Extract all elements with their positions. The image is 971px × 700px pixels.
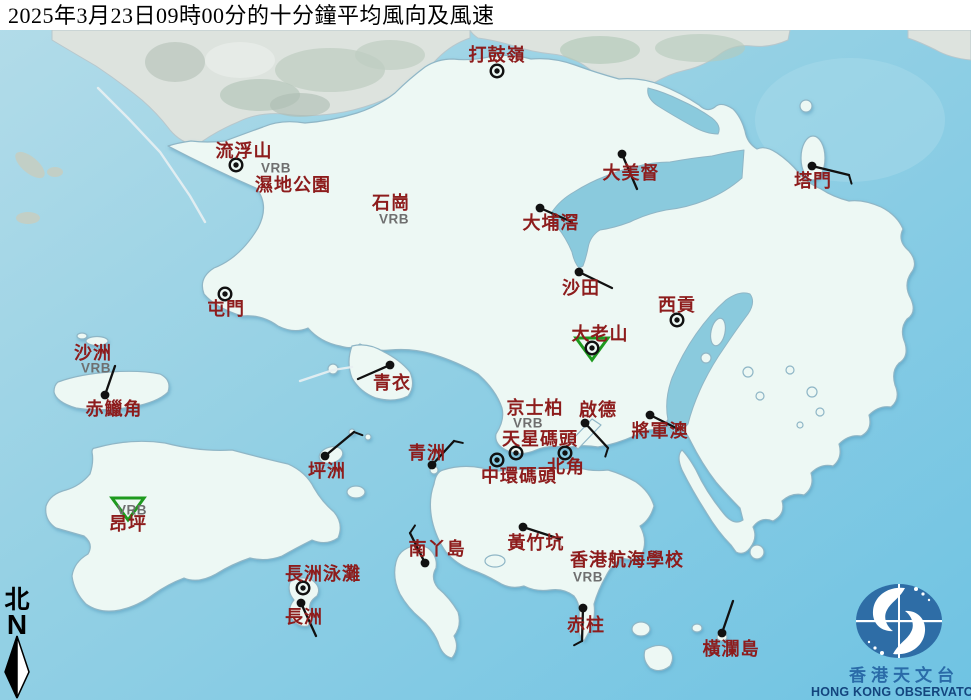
wind-station-dot-icon — [421, 559, 430, 568]
hko-logo-name-zh: 香港天文台 — [849, 665, 959, 685]
calm-wind-icon-center — [222, 291, 227, 296]
station-label: 濕地公園 — [255, 174, 331, 195]
station-label: 京士柏 — [507, 397, 564, 418]
land-islet — [816, 408, 824, 416]
station-label: 赤柱 — [567, 614, 605, 635]
deep-bay-islet — [47, 167, 63, 177]
deep-bay-islet — [16, 212, 40, 224]
map-title: 2025年3月23日09時00分的十分鐘平均風向及風速 — [0, 0, 971, 31]
station-label: 中環碼頭 — [481, 465, 557, 486]
land-ne-islet — [800, 100, 812, 112]
calm-wind-icon-center — [494, 68, 499, 73]
shenzhen-hill — [655, 34, 745, 62]
title-bar: 2025年3月23日09時00分的十分鐘平均風向及風速 — [0, 0, 971, 30]
land-tung-lung-chau — [750, 545, 764, 559]
calm-wind-icon-center — [562, 450, 567, 455]
shenzhen-hill — [205, 42, 275, 78]
shenzhen-hill — [560, 36, 640, 64]
station-label: 石崗 — [371, 192, 410, 213]
land-ap-lei-chau — [485, 555, 505, 567]
land-hei-ling-chau — [347, 486, 365, 498]
land-islet — [365, 434, 371, 440]
station-label: 打鼓嶺 — [469, 44, 526, 65]
north-label-en: N — [7, 609, 27, 640]
wind-station-dot-icon — [519, 523, 528, 532]
land-po-toi — [644, 645, 672, 670]
station-label: 沙洲 — [74, 343, 112, 363]
wind-station-dot-icon — [321, 452, 330, 461]
station-label: 屯門 — [207, 298, 245, 319]
land-islet — [743, 367, 753, 377]
land-sharp-island — [701, 353, 711, 363]
station-label: 塔門 — [794, 170, 832, 191]
station-label: 西貢 — [658, 295, 696, 315]
station-label: 流浮山 — [216, 140, 273, 161]
hong-kong-map: 打鼓嶺流浮山屯門西貢大老山中環碼頭天星碼頭北角長洲泳灘VRB濕地公園VRB石崗V… — [0, 0, 971, 700]
wind-station-dot-icon — [646, 411, 655, 420]
station-label: 啟德 — [579, 399, 617, 420]
wind-map-page: 打鼓嶺流浮山屯門西貢大老山中環碼頭天星碼頭北角長洲泳灘VRB濕地公園VRB石崗V… — [0, 0, 971, 700]
station-label: 大埔滘 — [523, 212, 580, 233]
variable-wind-indicator: VRB — [261, 161, 291, 176]
station-label: 昂坪 — [109, 514, 147, 534]
station-label: 北角 — [547, 456, 585, 477]
station-label: 青衣 — [373, 372, 411, 393]
wind-station-dot-icon — [536, 204, 545, 213]
land-islet — [797, 422, 803, 428]
hko-logo-name-en: HONG KONG OBSERVATORY — [811, 685, 971, 699]
station-label: 沙田 — [562, 278, 600, 298]
station-label: 將軍澳 — [632, 420, 689, 441]
station-label: 赤鱲角 — [86, 398, 143, 419]
station-label: 長洲泳灘 — [285, 563, 361, 584]
station-label: 青洲 — [408, 443, 446, 463]
land-islet — [786, 366, 794, 374]
station-label: 大美督 — [603, 162, 660, 183]
wind-station-dot-icon — [386, 361, 395, 370]
wind-station-dot-icon — [808, 162, 817, 171]
calm-wind-icon-center — [300, 585, 305, 590]
land-sha-chau-islet — [77, 333, 87, 339]
calm-wind-icon-center — [233, 162, 238, 167]
station-label: 橫瀾島 — [703, 638, 760, 659]
station-label: 香港航海學校 — [569, 549, 684, 570]
station-label: 長洲 — [285, 607, 323, 627]
shenzhen-hill — [355, 40, 425, 70]
wind-station-dot-icon — [718, 629, 727, 638]
station-label: 坪洲 — [308, 461, 346, 481]
station-label: 黃竹坑 — [507, 532, 565, 553]
land-islet — [692, 624, 702, 632]
shenzhen-hill — [270, 93, 330, 117]
station-label: 大老山 — [572, 323, 629, 344]
shenzhen-hill — [145, 42, 205, 82]
variable-wind-indicator: VRB — [379, 212, 409, 227]
calm-wind-icon-center — [513, 450, 518, 455]
calm-wind-icon-center — [589, 345, 594, 350]
land-beaufort-island — [632, 622, 650, 636]
land-islet — [807, 387, 817, 397]
land-islet — [756, 392, 764, 400]
calm-wind-icon-center — [494, 457, 499, 462]
wind-station-dot-icon — [575, 268, 584, 277]
station-label: 南丫島 — [409, 538, 466, 559]
variable-wind-indicator: VRB — [573, 570, 603, 585]
station-group: VRB昂坪 — [109, 498, 147, 534]
calm-wind-icon-center — [674, 317, 679, 322]
wind-station-dot-icon — [579, 604, 588, 613]
wind-station-dot-icon — [618, 150, 627, 159]
